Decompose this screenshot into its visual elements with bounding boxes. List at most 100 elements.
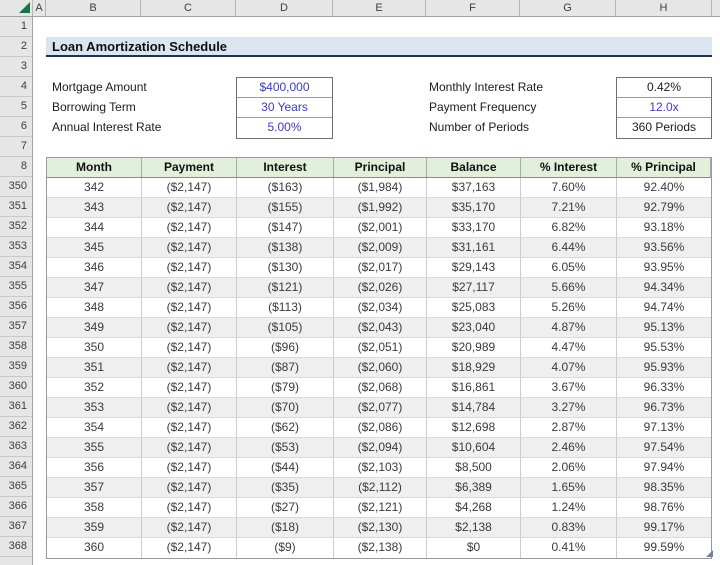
table-row-0-cell-5[interactable]: 7.60% bbox=[521, 178, 617, 197]
table-row-2-cell-4[interactable]: $33,170 bbox=[427, 218, 521, 237]
table-row-12-cell-4[interactable]: $12,698 bbox=[427, 418, 521, 437]
table-row-14-cell-0[interactable]: 356 bbox=[47, 458, 142, 477]
row-header-4[interactable]: 4 bbox=[0, 77, 32, 97]
table-row-7-cell-6[interactable]: 95.13% bbox=[617, 318, 711, 337]
table-row-9-cell-3[interactable]: ($2,060) bbox=[334, 358, 427, 377]
table-row-0-cell-3[interactable]: ($1,984) bbox=[334, 178, 427, 197]
table-row-1-cell-0[interactable]: 343 bbox=[47, 198, 142, 217]
param-value-left-2[interactable]: 5.00% bbox=[237, 118, 332, 138]
row-header-3[interactable]: 3 bbox=[0, 57, 32, 77]
table-row-10-cell-2[interactable]: ($79) bbox=[237, 378, 334, 397]
row-header-365[interactable]: 365 bbox=[0, 477, 32, 497]
table-row-3-cell-4[interactable]: $31,161 bbox=[427, 238, 521, 257]
table-row-0-cell-6[interactable]: 92.40% bbox=[617, 178, 711, 197]
column-header-b[interactable]: B bbox=[46, 0, 141, 16]
table-row-4-cell-3[interactable]: ($2,017) bbox=[334, 258, 427, 277]
table-row-7-cell-5[interactable]: 4.87% bbox=[521, 318, 617, 337]
table-row-5-cell-3[interactable]: ($2,026) bbox=[334, 278, 427, 297]
table-row-15-cell-2[interactable]: ($35) bbox=[237, 478, 334, 497]
column-header-c[interactable]: C bbox=[141, 0, 236, 16]
table-header-row-cell-0[interactable]: Month bbox=[47, 158, 142, 177]
table-row-1-cell-3[interactable]: ($1,992) bbox=[334, 198, 427, 217]
table-row-4-cell-2[interactable]: ($130) bbox=[237, 258, 334, 277]
table-row-7-cell-3[interactable]: ($2,043) bbox=[334, 318, 427, 337]
table-row-2-cell-2[interactable]: ($147) bbox=[237, 218, 334, 237]
param-value-right-2[interactable]: 360 Periods bbox=[617, 118, 711, 138]
row-header-364[interactable]: 364 bbox=[0, 457, 32, 477]
table-row-5-cell-6[interactable]: 94.34% bbox=[617, 278, 711, 297]
table-row-5-cell-4[interactable]: $27,117 bbox=[427, 278, 521, 297]
table-row-4-cell-1[interactable]: ($2,147) bbox=[142, 258, 237, 277]
table-row-13-cell-2[interactable]: ($53) bbox=[237, 438, 334, 457]
column-header-e[interactable]: E bbox=[333, 0, 426, 16]
table-row-3-cell-0[interactable]: 345 bbox=[47, 238, 142, 257]
table-row-14-cell-2[interactable]: ($44) bbox=[237, 458, 334, 477]
table-row-12-cell-5[interactable]: 2.87% bbox=[521, 418, 617, 437]
table-row-15-cell-5[interactable]: 1.65% bbox=[521, 478, 617, 497]
table-row-0-cell-4[interactable]: $37,163 bbox=[427, 178, 521, 197]
table-row-10-cell-4[interactable]: $16,861 bbox=[427, 378, 521, 397]
table-row-0-cell-2[interactable]: ($163) bbox=[237, 178, 334, 197]
table-row-15-cell-3[interactable]: ($2,112) bbox=[334, 478, 427, 497]
table-header-row-cell-4[interactable]: Balance bbox=[427, 158, 521, 177]
table-row-12-cell-1[interactable]: ($2,147) bbox=[142, 418, 237, 437]
table-row-13-cell-4[interactable]: $10,604 bbox=[427, 438, 521, 457]
table-row-11-cell-4[interactable]: $14,784 bbox=[427, 398, 521, 417]
row-header-1[interactable]: 1 bbox=[0, 17, 32, 37]
row-header-352[interactable]: 352 bbox=[0, 217, 32, 237]
param-value-left-0[interactable]: $400,000 bbox=[237, 78, 332, 98]
table-header-row-cell-2[interactable]: Interest bbox=[237, 158, 334, 177]
table-row-4-cell-0[interactable]: 346 bbox=[47, 258, 142, 277]
table-row-18-cell-4[interactable]: $0 bbox=[427, 538, 521, 558]
table-row-18-cell-6[interactable]: 99.59% bbox=[617, 538, 711, 558]
table-row-18-cell-0[interactable]: 360 bbox=[47, 538, 142, 558]
table-header-row-cell-3[interactable]: Principal bbox=[334, 158, 427, 177]
table-row-6-cell-2[interactable]: ($113) bbox=[237, 298, 334, 317]
table-row-11-cell-3[interactable]: ($2,077) bbox=[334, 398, 427, 417]
table-row-11-cell-0[interactable]: 353 bbox=[47, 398, 142, 417]
table-row-1-cell-2[interactable]: ($155) bbox=[237, 198, 334, 217]
row-header-6[interactable]: 6 bbox=[0, 117, 32, 137]
table-row-6-cell-1[interactable]: ($2,147) bbox=[142, 298, 237, 317]
row-header-355[interactable]: 355 bbox=[0, 277, 32, 297]
column-header-a[interactable]: A bbox=[33, 0, 46, 16]
table-row-10-cell-1[interactable]: ($2,147) bbox=[142, 378, 237, 397]
table-row-2-cell-5[interactable]: 6.82% bbox=[521, 218, 617, 237]
table-row-9-cell-5[interactable]: 4.07% bbox=[521, 358, 617, 377]
table-row-15-cell-4[interactable]: $6,389 bbox=[427, 478, 521, 497]
table-row-18-cell-3[interactable]: ($2,138) bbox=[334, 538, 427, 558]
row-header-361[interactable]: 361 bbox=[0, 397, 32, 417]
table-row-4-cell-6[interactable]: 93.95% bbox=[617, 258, 711, 277]
table-row-13-cell-0[interactable]: 355 bbox=[47, 438, 142, 457]
table-row-5-cell-5[interactable]: 5.66% bbox=[521, 278, 617, 297]
table-row-7-cell-4[interactable]: $23,040 bbox=[427, 318, 521, 337]
table-row-16-cell-0[interactable]: 358 bbox=[47, 498, 142, 517]
table-row-5-cell-1[interactable]: ($2,147) bbox=[142, 278, 237, 297]
row-header-368[interactable]: 368 bbox=[0, 537, 32, 557]
table-row-15-cell-0[interactable]: 357 bbox=[47, 478, 142, 497]
table-row-7-cell-1[interactable]: ($2,147) bbox=[142, 318, 237, 337]
row-header-351[interactable]: 351 bbox=[0, 197, 32, 217]
table-row-14-cell-4[interactable]: $8,500 bbox=[427, 458, 521, 477]
table-row-7-cell-2[interactable]: ($105) bbox=[237, 318, 334, 337]
table-row-13-cell-1[interactable]: ($2,147) bbox=[142, 438, 237, 457]
row-header-357[interactable]: 357 bbox=[0, 317, 32, 337]
table-row-18-cell-2[interactable]: ($9) bbox=[237, 538, 334, 558]
table-row-9-cell-1[interactable]: ($2,147) bbox=[142, 358, 237, 377]
table-row-10-cell-3[interactable]: ($2,068) bbox=[334, 378, 427, 397]
row-header-360[interactable]: 360 bbox=[0, 377, 32, 397]
table-row-12-cell-3[interactable]: ($2,086) bbox=[334, 418, 427, 437]
column-header-h[interactable]: H bbox=[616, 0, 712, 16]
param-value-right-1[interactable]: 12.0x bbox=[617, 98, 711, 118]
table-row-17-cell-4[interactable]: $2,138 bbox=[427, 518, 521, 537]
row-header-366[interactable]: 366 bbox=[0, 497, 32, 517]
table-row-11-cell-6[interactable]: 96.73% bbox=[617, 398, 711, 417]
table-row-6-cell-6[interactable]: 94.74% bbox=[617, 298, 711, 317]
table-row-16-cell-3[interactable]: ($2,121) bbox=[334, 498, 427, 517]
table-row-13-cell-6[interactable]: 97.54% bbox=[617, 438, 711, 457]
table-row-13-cell-3[interactable]: ($2,094) bbox=[334, 438, 427, 457]
table-row-3-cell-6[interactable]: 93.56% bbox=[617, 238, 711, 257]
table-row-8-cell-1[interactable]: ($2,147) bbox=[142, 338, 237, 357]
table-row-10-cell-6[interactable]: 96.33% bbox=[617, 378, 711, 397]
row-header-5[interactable]: 5 bbox=[0, 97, 32, 117]
